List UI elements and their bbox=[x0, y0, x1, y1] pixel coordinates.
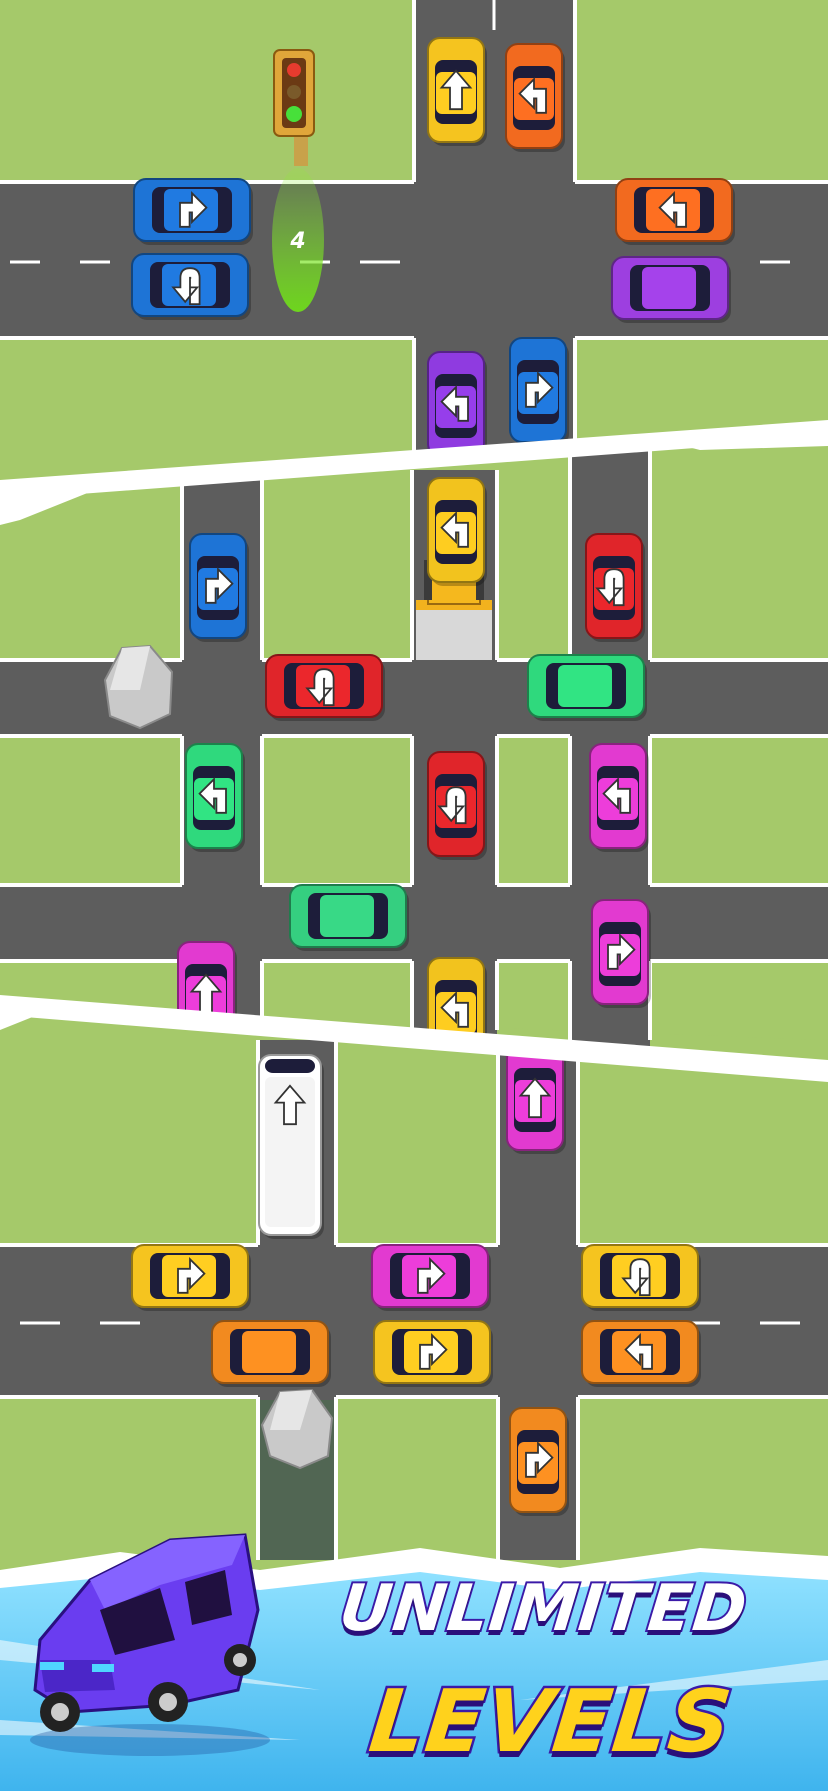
car[interactable] bbox=[509, 1407, 569, 1516]
car[interactable] bbox=[373, 1320, 493, 1387]
car[interactable] bbox=[527, 654, 647, 721]
car[interactable] bbox=[371, 1244, 491, 1311]
level-1: 4 bbox=[0, 0, 828, 470]
car[interactable] bbox=[427, 477, 487, 586]
car[interactable] bbox=[265, 654, 385, 721]
traffic-light-timer: 4 bbox=[289, 229, 305, 254]
car[interactable] bbox=[591, 899, 651, 1008]
car[interactable] bbox=[427, 351, 487, 460]
car[interactable] bbox=[581, 1320, 701, 1387]
level-2 bbox=[0, 420, 828, 1066]
level-3 bbox=[0, 995, 828, 1560]
car[interactable] bbox=[581, 1244, 701, 1311]
car[interactable] bbox=[289, 884, 409, 951]
car[interactable] bbox=[585, 533, 645, 642]
car[interactable] bbox=[185, 743, 245, 852]
car[interactable] bbox=[615, 178, 735, 245]
truck[interactable] bbox=[258, 1054, 324, 1239]
car[interactable] bbox=[611, 256, 731, 323]
car[interactable] bbox=[505, 43, 565, 152]
game-scene: 4 bbox=[0, 0, 828, 1791]
car[interactable] bbox=[509, 337, 569, 446]
car[interactable] bbox=[211, 1320, 331, 1387]
car[interactable] bbox=[589, 743, 649, 852]
car[interactable] bbox=[131, 253, 251, 320]
car[interactable] bbox=[131, 1244, 251, 1311]
car[interactable] bbox=[427, 751, 487, 860]
car[interactable] bbox=[506, 1045, 566, 1154]
car[interactable] bbox=[427, 37, 487, 146]
promo-banner bbox=[0, 1533, 828, 1791]
car[interactable] bbox=[133, 178, 253, 245]
car[interactable] bbox=[189, 533, 249, 642]
